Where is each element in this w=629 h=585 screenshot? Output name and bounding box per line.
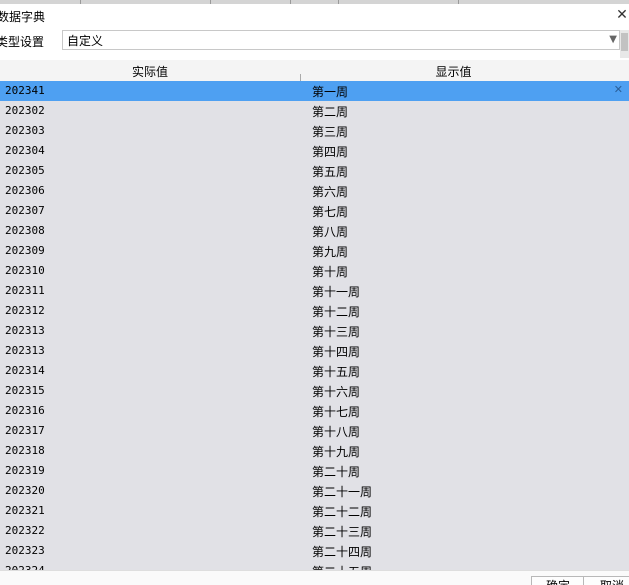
column-header-display[interactable]: 显示值 <box>300 63 607 80</box>
cell-display-value[interactable]: 第六周 <box>312 183 348 200</box>
type-setting-row: 类型设置 自定义 ▼ <box>0 28 629 54</box>
cell-display-value[interactable]: 第十一周 <box>312 283 360 300</box>
cell-display-value[interactable]: 第十五周 <box>312 363 360 380</box>
table-row[interactable]: 202317 第十八周 <box>0 421 629 441</box>
cell-actual-value[interactable]: 202310 <box>5 264 45 277</box>
cell-actual-value[interactable]: 202315 <box>5 384 45 397</box>
type-setting-select[interactable]: 自定义 ▼ <box>62 30 620 50</box>
type-setting-value: 自定义 <box>67 34 104 48</box>
table-row[interactable]: 202308 第八周 <box>0 221 629 241</box>
cell-display-value[interactable]: 第十八周 <box>312 423 360 440</box>
table-row[interactable]: 202323 第二十四周 <box>0 541 629 561</box>
cell-actual-value[interactable]: 202303 <box>5 124 45 137</box>
cell-actual-value[interactable]: 202311 <box>5 284 45 297</box>
cell-display-value[interactable]: 第二十三周 <box>312 523 372 540</box>
table-row[interactable]: 202324第二十五周 <box>0 561 629 570</box>
table-row[interactable]: 202306 第六周 <box>0 181 629 201</box>
vertical-scrollbar[interactable] <box>620 30 629 58</box>
cell-actual-value[interactable]: 202322 <box>5 524 45 537</box>
table-row[interactable]: 202313 第十三周 <box>0 321 629 341</box>
table-row[interactable]: 202320 第二十一周 <box>0 481 629 501</box>
table-row[interactable]: 202318 第十九周 <box>0 441 629 461</box>
cell-display-value[interactable]: 第十七周 <box>312 403 360 420</box>
table-row[interactable]: 202321 第二十二周 <box>0 501 629 521</box>
cell-display-value[interactable]: 第十六周 <box>312 383 360 400</box>
table-row[interactable]: 202311 第十一周 <box>0 281 629 301</box>
cell-actual-value[interactable]: 202313 <box>5 344 45 357</box>
table-row[interactable]: 202314 第十五周 <box>0 361 629 381</box>
cell-actual-value[interactable]: 202318 <box>5 444 45 457</box>
cell-display-value[interactable]: 第二十一周 <box>312 483 372 500</box>
cell-actual-value[interactable]: 202314 <box>5 364 45 377</box>
table-row[interactable]: 202315 第十六周 <box>0 381 629 401</box>
cell-display-value[interactable]: 第八周 <box>312 223 348 240</box>
cell-actual-value[interactable]: 202341 <box>5 84 45 97</box>
cell-display-value[interactable]: 第十三周 <box>312 323 360 340</box>
cell-actual-value[interactable]: 202317 <box>5 424 45 437</box>
cell-actual-value[interactable]: 202312 <box>5 304 45 317</box>
table-row[interactable]: 202313 第十四周 <box>0 341 629 361</box>
cell-actual-value[interactable]: 202316 <box>5 404 45 417</box>
cell-display-value[interactable]: 第二十周 <box>312 463 360 480</box>
cell-display-value[interactable]: 第三周 <box>312 123 348 140</box>
table-row[interactable]: 202302 第二周 <box>0 101 629 121</box>
scrollbar-thumb[interactable] <box>621 33 628 51</box>
table-row[interactable]: 202341 第一周 ✕ <box>0 81 629 101</box>
cell-display-value[interactable]: 第二十四周 <box>312 543 372 560</box>
table-row[interactable]: 202316 第十七周 <box>0 401 629 421</box>
table-row[interactable]: 202310 第十周 <box>0 261 629 281</box>
table-row[interactable]: 202307 第七周 <box>0 201 629 221</box>
cell-display-value[interactable]: 第二十二周 <box>312 503 372 520</box>
cell-display-value[interactable]: 第二周 <box>312 103 348 120</box>
cell-actual-value[interactable]: 202321 <box>5 504 45 517</box>
cell-display-value[interactable]: 第五周 <box>312 163 348 180</box>
table-row[interactable]: 202304 第四周 <box>0 141 629 161</box>
table-row[interactable]: 202312 第十二周 <box>0 301 629 321</box>
delete-icon[interactable]: ✕ <box>614 83 623 96</box>
cell-display-value[interactable]: 第一周 <box>312 83 348 100</box>
table-row[interactable]: 202319 第二十周 <box>0 461 629 481</box>
cell-actual-value[interactable]: 202308 <box>5 224 45 237</box>
type-setting-label: 类型设置 <box>0 35 45 49</box>
cell-display-value[interactable]: 第二十五周 <box>312 563 372 570</box>
dialog-footer: 确定 取消 <box>0 570 629 585</box>
dialog-title: 数据字典 <box>0 10 46 24</box>
cell-actual-value[interactable]: 202309 <box>5 244 45 257</box>
cell-display-value[interactable]: 第十九周 <box>312 443 360 460</box>
column-header-actual[interactable]: 实际值 <box>0 63 300 80</box>
cell-actual-value[interactable]: 202304 <box>5 144 45 157</box>
cell-actual-value[interactable]: 202307 <box>5 204 45 217</box>
cell-actual-value[interactable]: 202320 <box>5 484 45 497</box>
dialog-titlebar: 数据字典 ✕ <box>0 4 629 28</box>
cell-display-value[interactable]: 第十二周 <box>312 303 360 320</box>
table-row[interactable]: 202305 第五周 <box>0 161 629 181</box>
cell-actual-value[interactable]: 202306 <box>5 184 45 197</box>
cell-display-value[interactable]: 第七周 <box>312 203 348 220</box>
cell-display-value[interactable]: 第九周 <box>312 243 348 260</box>
dictionary-table-body: 202341 第一周 ✕ 202302 第二周 202303 第三周 202304 第四周 202… <box>0 81 629 570</box>
cell-actual-value[interactable]: 202313 <box>5 324 45 337</box>
table-header: 实际值 显示值 <box>0 60 629 82</box>
cell-actual-value[interactable]: 202319 <box>5 464 45 477</box>
cell-display-value[interactable]: 第四周 <box>312 143 348 160</box>
chevron-down-icon[interactable]: ▼ <box>609 31 617 49</box>
cell-display-value[interactable]: 第十四周 <box>312 343 360 360</box>
table-row[interactable]: 202303 第三周 <box>0 121 629 141</box>
table-row[interactable]: 202309 第九周 <box>0 241 629 261</box>
cell-actual-value[interactable]: 202302 <box>5 104 45 117</box>
close-icon[interactable]: ✕ <box>615 7 629 23</box>
cell-actual-value[interactable]: 202305 <box>5 164 45 177</box>
cell-display-value[interactable]: 第十周 <box>312 263 348 280</box>
table-row[interactable]: 202322 第二十三周 <box>0 521 629 541</box>
cell-actual-value[interactable]: 202323 <box>5 544 45 557</box>
